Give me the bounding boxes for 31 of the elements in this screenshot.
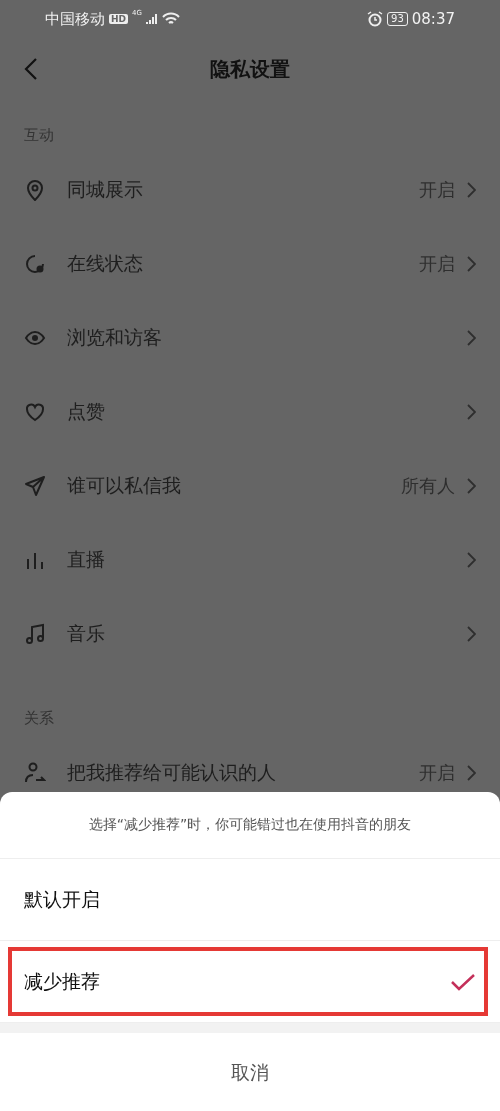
chevron-icon [467,404,476,420]
wifi-icon [161,12,180,26]
location-pin-icon [24,179,46,201]
back-button[interactable] [24,57,38,81]
settings-row[interactable]: 直播 [0,523,500,597]
heart-icon [24,401,46,423]
settings-row[interactable]: 点赞 [0,375,500,449]
signal-icon [145,13,158,25]
option-item[interactable]: 默认开启 [0,859,500,941]
chevron-icon [467,478,476,494]
sheet-hint: 选择“减少推荐”时，你可能错过也在使用抖音的朋友 [0,792,500,859]
status-circle-icon [24,253,46,275]
person-share-icon [24,762,46,784]
page-title: 隐私设置 [210,55,290,83]
alarm-icon [367,11,384,27]
chevron-icon [467,626,476,642]
settings-row[interactable]: 浏览和访客 [0,301,500,375]
option-item[interactable]: 减少推荐 [0,941,500,1023]
music-note-icon [24,623,46,645]
chevron-icon [467,182,476,198]
clock-time: 08:37 [411,10,455,28]
chevron-icon [467,552,476,568]
chevron-icon [467,330,476,346]
battery-level: 93 [387,12,408,26]
carrier-name: 中国移动 [45,9,105,29]
hd-badge: HD [109,14,128,24]
chevron-icon [467,765,476,781]
checkmark-icon [450,971,476,992]
settings-row[interactable]: 音乐 [0,597,500,671]
paper-plane-icon [24,475,46,497]
chevron-icon [467,256,476,272]
